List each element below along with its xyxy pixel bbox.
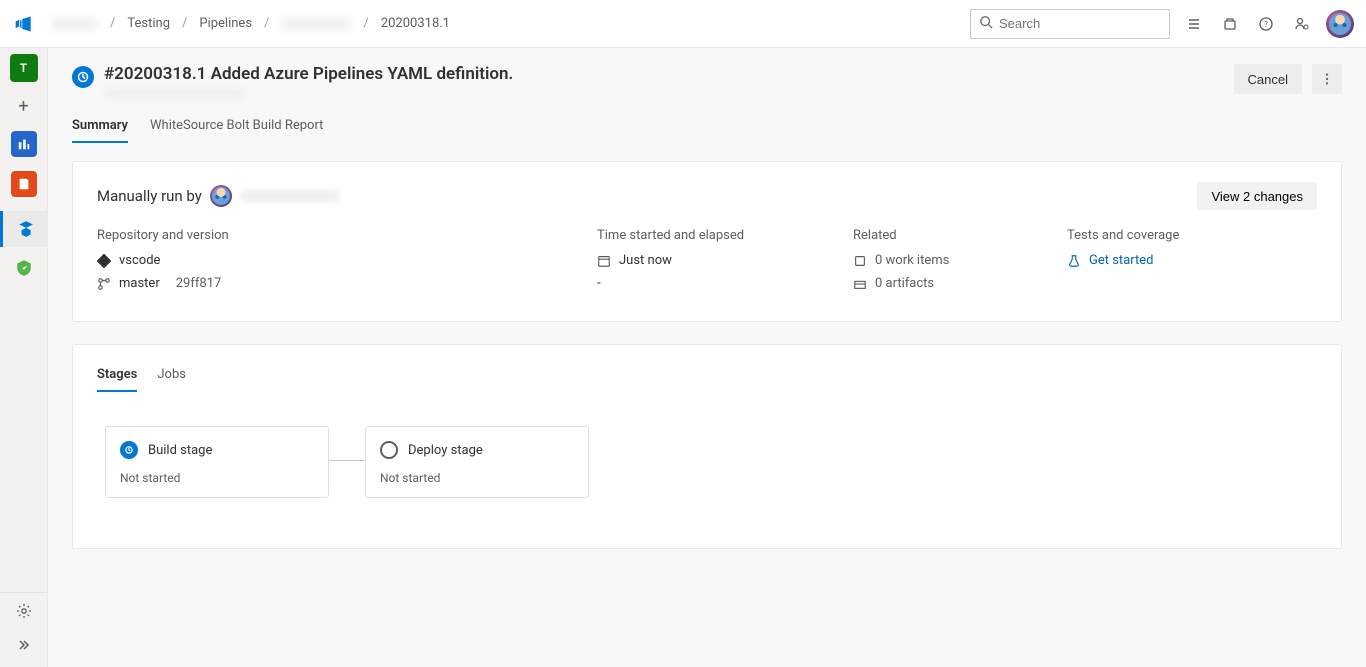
view-changes-button[interactable]: View 2 changes: [1197, 182, 1317, 210]
repo-name[interactable]: vscode: [119, 253, 160, 268]
artifact-icon: [853, 277, 867, 291]
top-icons: ?: [1186, 16, 1310, 32]
page-header: #20200318.1 Added Azure Pipelines YAML d…: [72, 64, 1342, 98]
settings-icon[interactable]: [16, 603, 32, 623]
run-by-name[interactable]: [240, 190, 340, 202]
expand-sidebar-icon[interactable]: [16, 637, 32, 657]
list-icon[interactable]: [1186, 16, 1202, 32]
sidebar-pipelines-icon[interactable]: [0, 211, 48, 247]
run-by-label: Manually run by: [97, 187, 202, 205]
marketplace-icon[interactable]: [1222, 16, 1238, 32]
run-by-avatar[interactable]: [210, 185, 232, 207]
azure-devops-logo[interactable]: [0, 14, 48, 34]
breadcrumb-org[interactable]: [52, 18, 98, 30]
breadcrumb-item-run[interactable]: 20200318.1: [381, 16, 450, 31]
stage-connector: [329, 460, 365, 461]
breadcrumb-sep: /: [264, 16, 269, 31]
subtab-jobs[interactable]: Jobs: [157, 365, 186, 392]
breadcrumb-sep: /: [110, 16, 115, 31]
user-avatar[interactable]: [1326, 10, 1354, 38]
topbar: / Testing / Pipelines / / 20200318.1 ?: [0, 0, 1366, 48]
search-icon: [979, 15, 993, 33]
sidebar-testplans-icon[interactable]: [11, 255, 37, 281]
stage-status-idle-icon: [380, 441, 398, 459]
repo-icon: [97, 254, 111, 268]
branch-icon: [97, 277, 111, 291]
leftbar: T +: [0, 48, 48, 667]
breadcrumb-sep: /: [182, 16, 187, 31]
stage-card-deploy[interactable]: Deploy stage Not started: [365, 426, 589, 498]
search-box[interactable]: [970, 9, 1170, 39]
sidebar-repos-icon[interactable]: [11, 171, 37, 197]
help-icon[interactable]: ?: [1258, 16, 1274, 32]
tab-summary[interactable]: Summary: [72, 110, 128, 143]
main-content: #20200318.1 Added Azure Pipelines YAML d…: [48, 48, 1366, 667]
calendar-icon: [597, 254, 611, 268]
tests-get-started-link[interactable]: Get started: [1089, 253, 1153, 268]
page-title: #20200318.1 Added Azure Pipelines YAML d…: [104, 64, 1234, 84]
time-elapsed-value: -: [597, 276, 601, 291]
svg-text:?: ?: [1264, 20, 1268, 29]
workitem-icon: [853, 254, 867, 268]
stage-status-waiting-icon: [120, 441, 138, 459]
stage-status: Not started: [120, 471, 314, 485]
project-tile[interactable]: T: [10, 54, 38, 82]
breadcrumb-pipeline[interactable]: [281, 18, 351, 30]
breadcrumb-item-testing[interactable]: Testing: [127, 16, 170, 31]
run-status-waiting-icon: [72, 66, 94, 88]
run-summary-card: Manually run by View 2 changes Repositor…: [72, 161, 1342, 322]
breadcrumb: / Testing / Pipelines / / 20200318.1: [52, 16, 450, 31]
branch-name[interactable]: master: [119, 276, 160, 291]
artifacts-link[interactable]: 0 artifacts: [875, 276, 934, 291]
stage-name: Build stage: [148, 443, 212, 458]
subtab-stages[interactable]: Stages: [97, 365, 137, 392]
tab-whitesource[interactable]: WhiteSource Bolt Build Report: [150, 110, 323, 143]
more-actions-button[interactable]: [1312, 64, 1342, 94]
tests-section-label: Tests and coverage: [1067, 228, 1307, 243]
repo-section-label: Repository and version: [97, 228, 597, 243]
commit-id[interactable]: 29ff817: [176, 276, 222, 291]
stages-card: Stages Jobs Build stage Not started Depl…: [72, 344, 1342, 549]
time-started-value: Just now: [619, 253, 672, 268]
breadcrumb-sep: /: [363, 16, 368, 31]
sidebar-boards-icon[interactable]: [11, 131, 37, 157]
search-input[interactable]: [999, 16, 1175, 31]
stages-graph: Build stage Not started Deploy stage Not…: [97, 426, 1317, 498]
work-items-link[interactable]: 0 work items: [875, 253, 949, 268]
beaker-icon: [1067, 254, 1081, 268]
breadcrumb-item-pipelines[interactable]: Pipelines: [199, 16, 252, 31]
stage-card-build[interactable]: Build stage Not started: [105, 426, 329, 498]
pipeline-name[interactable]: [104, 88, 244, 98]
page-tabs: Summary WhiteSource Bolt Build Report: [72, 110, 1342, 143]
user-settings-icon[interactable]: [1294, 16, 1310, 32]
stage-name: Deploy stage: [408, 443, 483, 458]
time-section-label: Time started and elapsed: [597, 228, 853, 243]
add-project-button[interactable]: +: [18, 96, 28, 117]
stage-status: Not started: [380, 471, 574, 485]
cancel-button[interactable]: Cancel: [1234, 64, 1302, 94]
related-section-label: Related: [853, 228, 1067, 243]
